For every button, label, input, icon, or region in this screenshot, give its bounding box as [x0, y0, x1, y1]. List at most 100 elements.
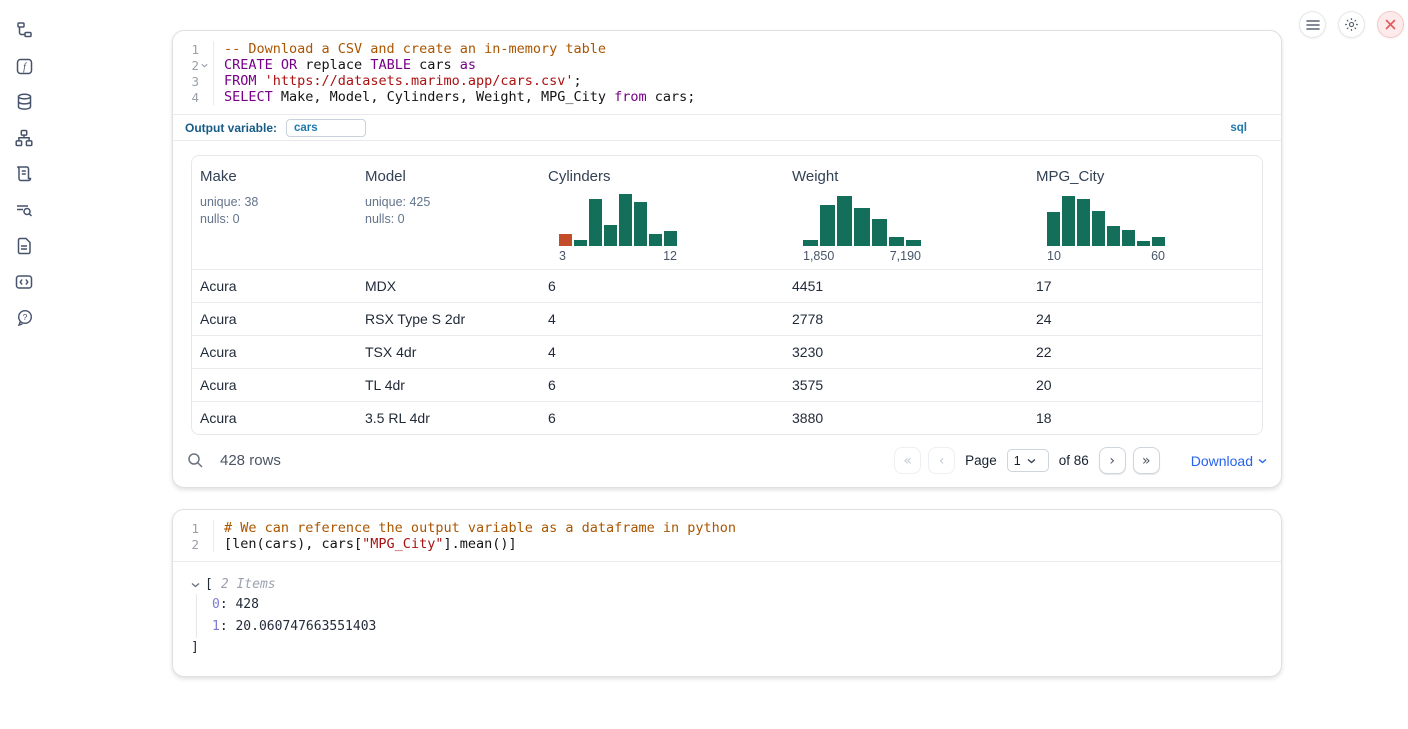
- table-footer: 428 rows « ‹ Page 1 of 86 › » Do: [173, 435, 1281, 487]
- function-square-panel-button[interactable]: f: [5, 48, 43, 84]
- code-line: 2CREATE OR replace TABLE cars as: [173, 57, 1281, 73]
- help-chat-panel-button[interactable]: ?: [5, 300, 43, 336]
- last-page-button[interactable]: »: [1133, 447, 1160, 474]
- search-button[interactable]: [187, 452, 204, 469]
- histogram-bar: [820, 205, 835, 246]
- tree-collapse-toggle[interactable]: [191, 582, 200, 588]
- settings-button[interactable]: [1338, 11, 1365, 38]
- column-header-mpg_city[interactable]: MPG_City1060: [1028, 168, 1262, 263]
- notebook-area: 1 -- Download a CSV and create an in-memo…: [172, 30, 1282, 677]
- dependency-graph-panel-button[interactable]: [5, 120, 43, 156]
- tree-entry-value: 428: [235, 597, 258, 612]
- code-token: ].mean()]: [443, 536, 516, 552]
- column-name: Cylinders: [548, 168, 784, 185]
- column-stats: unique: 425nulls: 0: [365, 194, 540, 227]
- code-token: SELECT: [224, 89, 273, 105]
- dependency-graph-icon: [15, 129, 33, 147]
- close-button[interactable]: [1377, 11, 1404, 38]
- table-cell: 3575: [784, 377, 1028, 393]
- code-token: -- Download a CSV and create an in-memor…: [224, 41, 606, 57]
- row-count: 428 rows: [220, 452, 281, 469]
- code-text: CREATE OR replace TABLE cars as: [214, 57, 476, 73]
- column-stat: unique: 38: [200, 194, 357, 211]
- list-search-panel-button[interactable]: [5, 192, 43, 228]
- histogram-bar: [574, 240, 587, 246]
- output-variable-label: Output variable:: [185, 121, 277, 135]
- output-variable-input[interactable]: [286, 119, 366, 137]
- table-header: Makeunique: 38nulls: 0Modelunique: 425nu…: [192, 156, 1262, 269]
- sql-cell-output: Makeunique: 38nulls: 0Modelunique: 425nu…: [173, 140, 1281, 487]
- database-icon: [16, 93, 33, 111]
- file-tree-panel-button[interactable]: [5, 12, 43, 48]
- tree-entry-value: 20.060747663551403: [235, 619, 376, 634]
- column-histogram: 312: [548, 194, 678, 263]
- database-panel-button[interactable]: [5, 84, 43, 120]
- histogram-bars: [1047, 194, 1165, 246]
- python-cell-output: [ 2 Items 0: 4281: 20.060747663551403 ]: [173, 561, 1281, 676]
- table-cell: 6: [540, 377, 784, 393]
- table-cell: 6: [540, 410, 784, 426]
- code-token: TABLE: [370, 57, 411, 73]
- output-variable-row: Output variable: sql: [173, 114, 1281, 140]
- line-number: 1: [191, 521, 199, 536]
- tree-close-bracket: ]: [191, 638, 1263, 658]
- histogram-bar: [649, 234, 662, 246]
- chevron-down-icon: [191, 582, 200, 588]
- table-cell: 17: [1028, 278, 1262, 294]
- code-token: cars;: [647, 89, 696, 105]
- table-cell: 4451: [784, 278, 1028, 294]
- axis-max-label: 7,190: [890, 249, 921, 263]
- code-token: [257, 73, 265, 89]
- python-code-editor[interactable]: 1 # We can reference the output variable …: [173, 510, 1281, 561]
- code-text: -- Download a CSV and create an in-memor…: [214, 41, 606, 57]
- tree-entry-index: 0: [212, 597, 220, 612]
- menu-button[interactable]: [1299, 11, 1326, 38]
- table-cell: Acura: [192, 311, 357, 327]
- python-cell: 1 # We can reference the output variable …: [172, 509, 1282, 677]
- close-icon: [1385, 19, 1396, 30]
- column-header-weight[interactable]: Weight1,8507,190: [784, 168, 1028, 263]
- document-panel-button[interactable]: [5, 228, 43, 264]
- file-tree-icon: [15, 21, 33, 39]
- histogram-bar: [664, 231, 677, 246]
- column-name: Weight: [792, 168, 1028, 185]
- histogram-bar: [1137, 241, 1150, 246]
- histogram-bar: [1077, 199, 1090, 246]
- snippets-panel-button[interactable]: [5, 264, 43, 300]
- table-row: AcuraMDX6445117: [192, 269, 1262, 302]
- line-number: 1: [191, 42, 199, 57]
- next-page-button[interactable]: ›: [1099, 447, 1126, 474]
- table-cell: 18: [1028, 410, 1262, 426]
- line-gutter: 4: [173, 89, 214, 105]
- histogram-bar: [1152, 237, 1165, 246]
- code-token: # We can reference the output variable a…: [224, 520, 736, 536]
- column-header-model[interactable]: Modelunique: 425nulls: 0: [357, 168, 540, 263]
- column-header-cylinders[interactable]: Cylinders 312: [540, 168, 784, 263]
- page-select[interactable]: 1: [1007, 449, 1049, 472]
- histogram-bar: [1092, 211, 1105, 246]
- code-token: from: [614, 89, 647, 105]
- svg-text:?: ?: [22, 312, 27, 322]
- tree-children: 0: 4281: 20.060747663551403: [196, 594, 1263, 638]
- table-cell: Acura: [192, 377, 357, 393]
- page-label: Page: [965, 453, 997, 468]
- tree-root: [ 2 Items: [191, 577, 1263, 592]
- left-sidebar: f?: [0, 0, 48, 336]
- scroll-panel-button[interactable]: [5, 156, 43, 192]
- fold-chevron-icon[interactable]: [201, 63, 208, 68]
- histogram-bar: [634, 202, 647, 246]
- fold-slot: [199, 538, 210, 550]
- histogram-bar: [906, 240, 921, 246]
- download-button[interactable]: Download: [1191, 453, 1267, 469]
- column-header-make[interactable]: Makeunique: 38nulls: 0: [192, 168, 357, 263]
- code-line: 1 # We can reference the output variable …: [173, 520, 1281, 536]
- line-gutter: 2: [173, 57, 214, 73]
- histogram-bar: [1107, 226, 1120, 246]
- sql-code-editor[interactable]: 1 -- Download a CSV and create an in-memo…: [173, 31, 1281, 114]
- line-gutter: 1: [173, 41, 214, 57]
- table-cell: Acura: [192, 344, 357, 360]
- first-page-button[interactable]: «: [894, 447, 921, 474]
- prev-page-button[interactable]: ‹: [928, 447, 955, 474]
- histogram-bar: [1062, 196, 1075, 246]
- chevron-down-icon: [1258, 458, 1267, 464]
